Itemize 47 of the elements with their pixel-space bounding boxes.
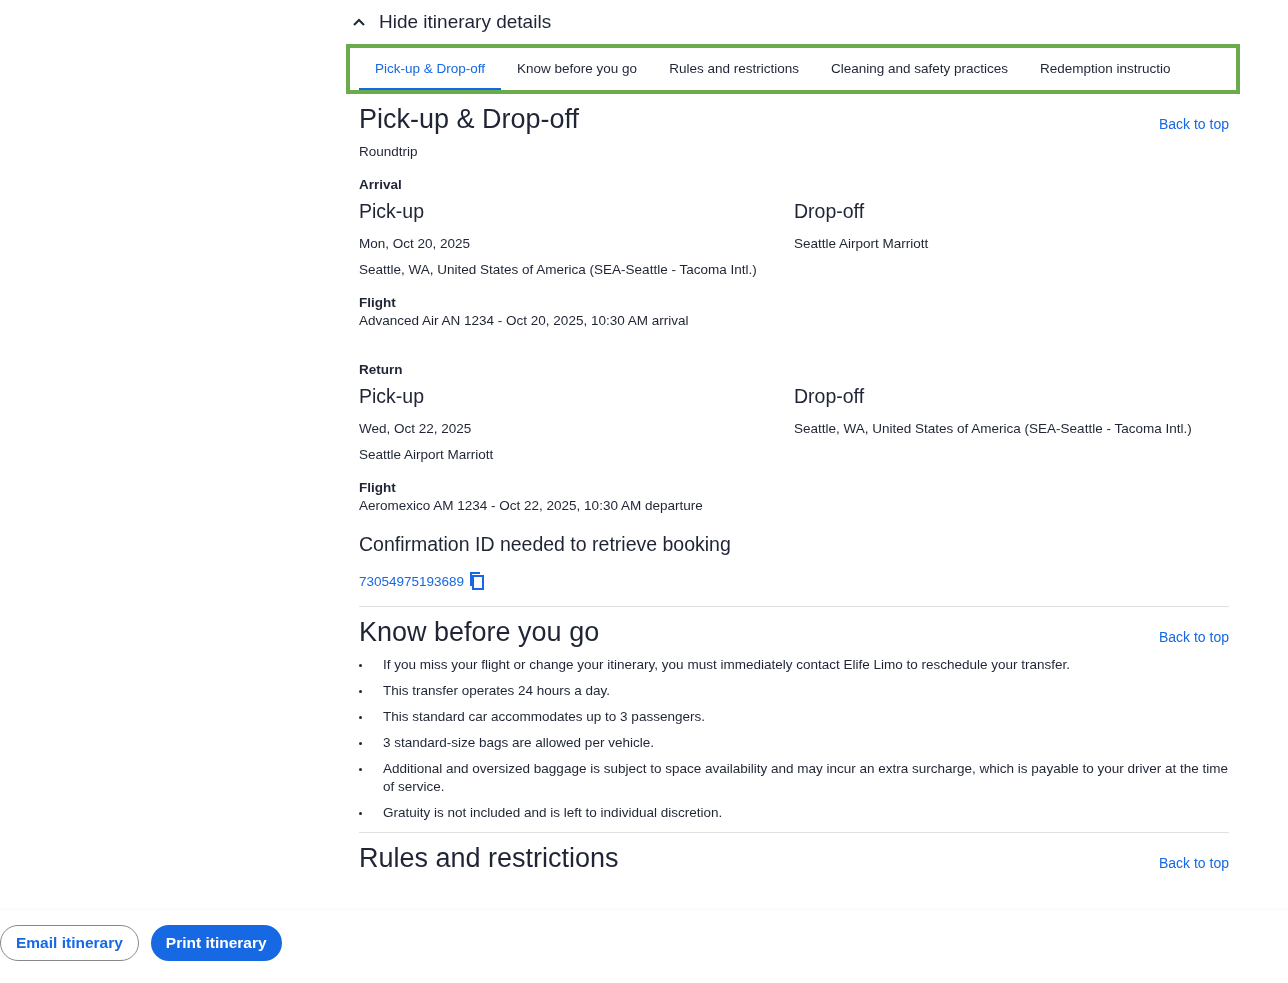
tab[interactable]: Rules and restrictions [653, 48, 815, 90]
section-title: Know before you go [359, 617, 600, 648]
bullet-dot [359, 741, 362, 745]
hide-details-toggle[interactable]: Hide itinerary details [346, 0, 552, 44]
tab[interactable]: Cleaning and safety practices [814, 48, 1025, 90]
back-to-top-link[interactable]: Back to top [1158, 855, 1229, 871]
confirmation-id: 73054975193689 [359, 573, 465, 589]
pickup-detail: Seattle, WA, United States of America (SEA-Seattle - Tacoma Intl.) [359, 261, 758, 279]
trip-type: Roundtrip [359, 143, 419, 161]
bullet-text: This transfer operates 24 hours a day. [383, 682, 611, 700]
email-itinerary-button[interactable]: Email itinerary [0, 924, 139, 961]
flight-label: Flight [359, 295, 397, 310]
flight-detail: Advanced Air AN 1234 - Oct 20, 2025, 10:30 AM arrival [359, 312, 690, 330]
pickup-title: Pick-up [359, 385, 426, 408]
tab[interactable]: Redemption instructio [1024, 48, 1187, 90]
chevron-icon [353, 18, 365, 26]
section-title: Pick-up & Drop-off [359, 104, 580, 135]
bullet-text: 3 standard-size bags are allowed per vehicle. [383, 734, 654, 752]
tab[interactable]: Pick-up & Drop-off [359, 48, 502, 90]
dropoff-title: Drop-off [794, 385, 866, 408]
dropoff-detail: Seattle Airport Marriott [794, 235, 930, 253]
pickup-detail: Seattle Airport Marriott [359, 446, 495, 464]
bullet-text: Additional and oversized baggage is subject to space availability and may incur an extra surcharge, which is payable to your driver at the time of service. [383, 760, 1229, 796]
bullet-dot [359, 689, 362, 693]
pickup-detail: Wed, Oct 22, 2025 [359, 420, 473, 438]
dropoff-detail: Seattle, WA, United States of America (SEA-Seattle - Tacoma Intl.) [794, 420, 1193, 438]
bullet-text: If you miss your flight or change your itinerary, you must immediately contact Elife Limo to reschedule your transfer. [383, 656, 1071, 674]
section-title: Rules and restrictions [359, 843, 619, 874]
back-to-top-link[interactable]: Back to top [1158, 629, 1229, 645]
copy-icon[interactable] [469, 572, 486, 590]
flight-detail: Aeromexico AM 1234 - Oct 22, 2025, 10:30 AM departure [359, 497, 704, 515]
bullet-dot [359, 663, 362, 667]
flight-label: Flight [359, 480, 397, 495]
bullet-dot [359, 715, 362, 719]
dropoff-title: Drop-off [794, 200, 866, 223]
confirmation-title: Confirmation ID needed to retrieve booking [359, 533, 732, 556]
back-to-top-link[interactable]: Back to top [1158, 116, 1229, 132]
leg-label: Return [359, 362, 404, 377]
bullet-text: This standard car accommodates up to 3 passengers. [383, 708, 705, 726]
print-itinerary-button[interactable]: Print itinerary [150, 924, 282, 961]
bullet-dot [359, 811, 362, 815]
tab[interactable]: Know before you go [501, 48, 654, 90]
bullet-dot [359, 767, 362, 771]
bullet-text: Gratuity is not included and is left to individual discretion. [383, 804, 723, 822]
pickup-title: Pick-up [359, 200, 426, 223]
leg-label: Arrival [359, 177, 403, 192]
pickup-detail: Mon, Oct 20, 2025 [359, 235, 472, 253]
